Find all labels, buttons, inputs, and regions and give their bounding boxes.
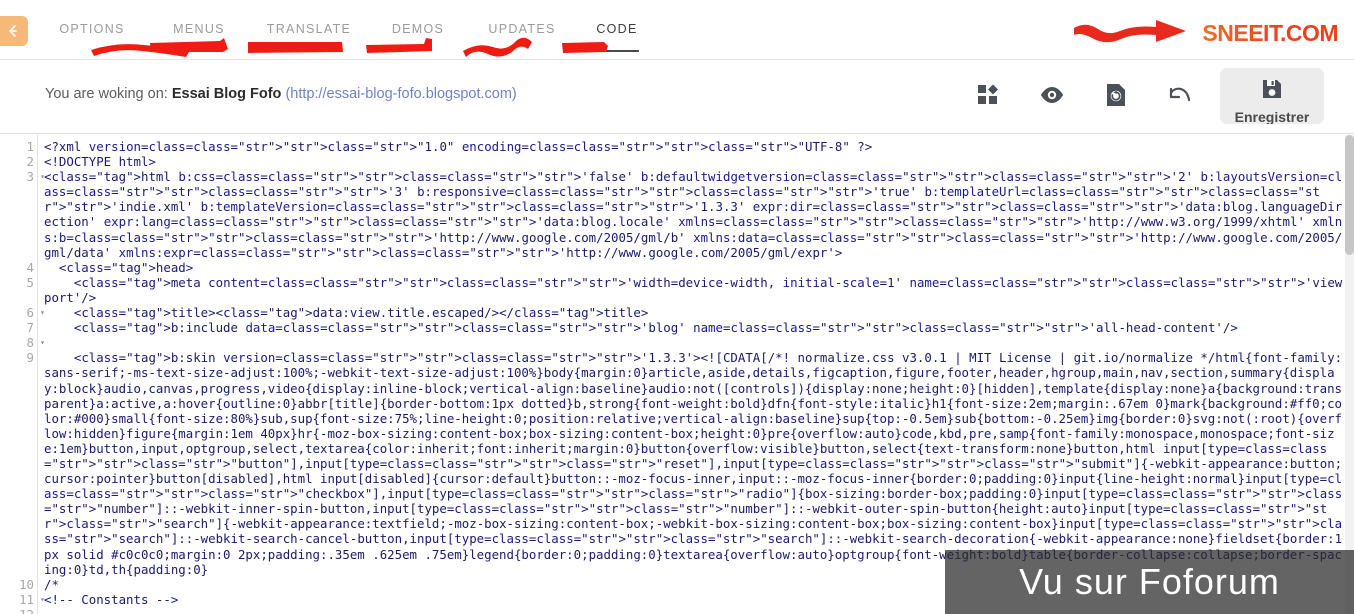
line-number	[0, 411, 37, 426]
active-tab-indicator	[595, 50, 639, 52]
tab-menus[interactable]: MENUS	[144, 0, 254, 60]
line-number: 7	[26, 320, 34, 336]
line-number: 2	[26, 154, 34, 170]
code-line: <class="tag">title><class="tag">data:vie…	[44, 305, 649, 321]
undo-button[interactable]	[1148, 68, 1212, 126]
fold-marker-icon[interactable]: ▾	[40, 335, 45, 350]
line-number	[0, 230, 37, 245]
tab-options-label: OPTIONS	[59, 22, 125, 36]
line-number: 11 ▾	[19, 591, 45, 607]
restore-button[interactable]	[1084, 68, 1148, 126]
code-line: <!DOCTYPE html>	[44, 154, 156, 170]
vertical-scrollbar[interactable]	[1345, 135, 1354, 614]
line-number: 9	[26, 350, 34, 366]
fold-marker-icon[interactable]: ▾	[40, 305, 45, 320]
code-line: <class="tag">head>	[44, 259, 194, 275]
fold-marker-icon[interactable]: ▾	[40, 592, 45, 607]
nav-tab-list: OPTIONS MENUS TRANSLATE DEMOS UPDATES CO…	[40, 0, 662, 60]
line-number: 3 ▾	[26, 169, 45, 185]
tab-options[interactable]: OPTIONS	[40, 0, 144, 60]
line-number: 6 ▾	[26, 305, 45, 321]
line-number: 12	[0, 607, 37, 614]
save-button[interactable]: Enregistrer	[1220, 68, 1324, 124]
line-number: 8 ▾	[26, 335, 45, 351]
code-content[interactable]: <?xml version=class=class="str">"str">cl…	[37, 135, 1354, 614]
tab-menus-label: MENUS	[173, 22, 225, 36]
code-line: <?xml version=class=class="str">"str">cl…	[44, 139, 873, 154]
scrollbar-thumb[interactable]	[1345, 135, 1354, 255]
tab-code-label: CODE	[596, 22, 638, 36]
line-number	[0, 199, 37, 214]
line-number: 1	[26, 139, 34, 154]
tab-translate-label: TRANSLATE	[266, 22, 352, 36]
red-arrow-right-icon	[1072, 14, 1192, 53]
line-number: 4	[26, 259, 34, 275]
tab-code[interactable]: CODE	[572, 0, 662, 60]
line-number	[0, 456, 37, 471]
widgets-button[interactable]	[956, 68, 1020, 126]
line-number	[0, 396, 37, 411]
line-number	[0, 184, 37, 199]
line-number	[0, 365, 37, 380]
code-line: <class="tag">html b:css=class=class="str…	[44, 169, 1343, 260]
line-number	[0, 547, 37, 562]
working-on-prefix: You are woking on:	[45, 86, 168, 102]
save-button-label: Enregistrer	[1234, 109, 1310, 124]
working-blog-url[interactable]: (http://essai-blog-fofo.blogspot.com)	[285, 86, 516, 102]
line-number	[0, 471, 37, 486]
tab-demos-label: DEMOS	[391, 22, 445, 36]
code-line: <!-- Constants -->	[44, 591, 179, 607]
info-bar: You are woking on: Essai Blog Fofo (http…	[0, 60, 1354, 134]
preview-button[interactable]	[1020, 68, 1084, 126]
fold-marker-icon[interactable]: ▾	[40, 169, 45, 184]
line-number-gutter: 123▾ 45 6▾78▾9 1011▾1213 14 15 16	[0, 135, 45, 614]
code-line: <class="tag">meta content=class=class="s…	[44, 274, 1343, 305]
eye-icon	[1040, 86, 1064, 109]
code-line: <class="tag">b:include data=class=class=…	[44, 320, 1238, 336]
line-number	[0, 516, 37, 531]
line-number: 10	[19, 576, 34, 592]
line-number	[0, 562, 37, 577]
line-number	[0, 290, 37, 305]
line-number	[0, 426, 37, 441]
line-number: 5	[26, 274, 34, 290]
code-line: <class="tag">b:skin version=class=class=…	[44, 350, 1343, 577]
tab-translate[interactable]: TRANSLATE	[254, 0, 364, 60]
working-blog-name: Essai Blog Fofo	[171, 86, 282, 102]
line-number	[0, 501, 37, 516]
brand-logo: SNEEIT.COM	[1072, 14, 1338, 53]
tab-demos[interactable]: DEMOS	[364, 0, 472, 60]
restore-document-icon	[1106, 83, 1126, 112]
top-navigation-bar: OPTIONS MENUS TRANSLATE DEMOS UPDATES CO…	[0, 0, 1354, 60]
code-line: /*	[44, 576, 59, 592]
tab-updates-label: UPDATES	[488, 22, 556, 36]
arrow-left-icon	[5, 23, 21, 39]
tab-updates[interactable]: UPDATES	[472, 0, 572, 60]
line-number	[0, 381, 37, 396]
working-on-text: You are woking on: Essai Blog Fofo (http…	[45, 86, 517, 102]
brand-name: SNEEIT.COM	[1202, 20, 1338, 46]
code-editor[interactable]: 123▾ 45 6▾78▾9 1011▾1213 14 15 16 <?xml …	[0, 135, 1354, 614]
line-number	[0, 531, 37, 546]
line-number	[0, 486, 37, 501]
line-number	[0, 441, 37, 456]
back-button[interactable]	[0, 16, 28, 46]
editor-toolbar: Enregistrer	[956, 68, 1324, 126]
line-number	[0, 245, 37, 260]
line-number	[0, 214, 37, 229]
floppy-disk-icon	[1262, 79, 1282, 104]
widgets-icon	[977, 84, 999, 111]
undo-icon	[1167, 85, 1193, 110]
